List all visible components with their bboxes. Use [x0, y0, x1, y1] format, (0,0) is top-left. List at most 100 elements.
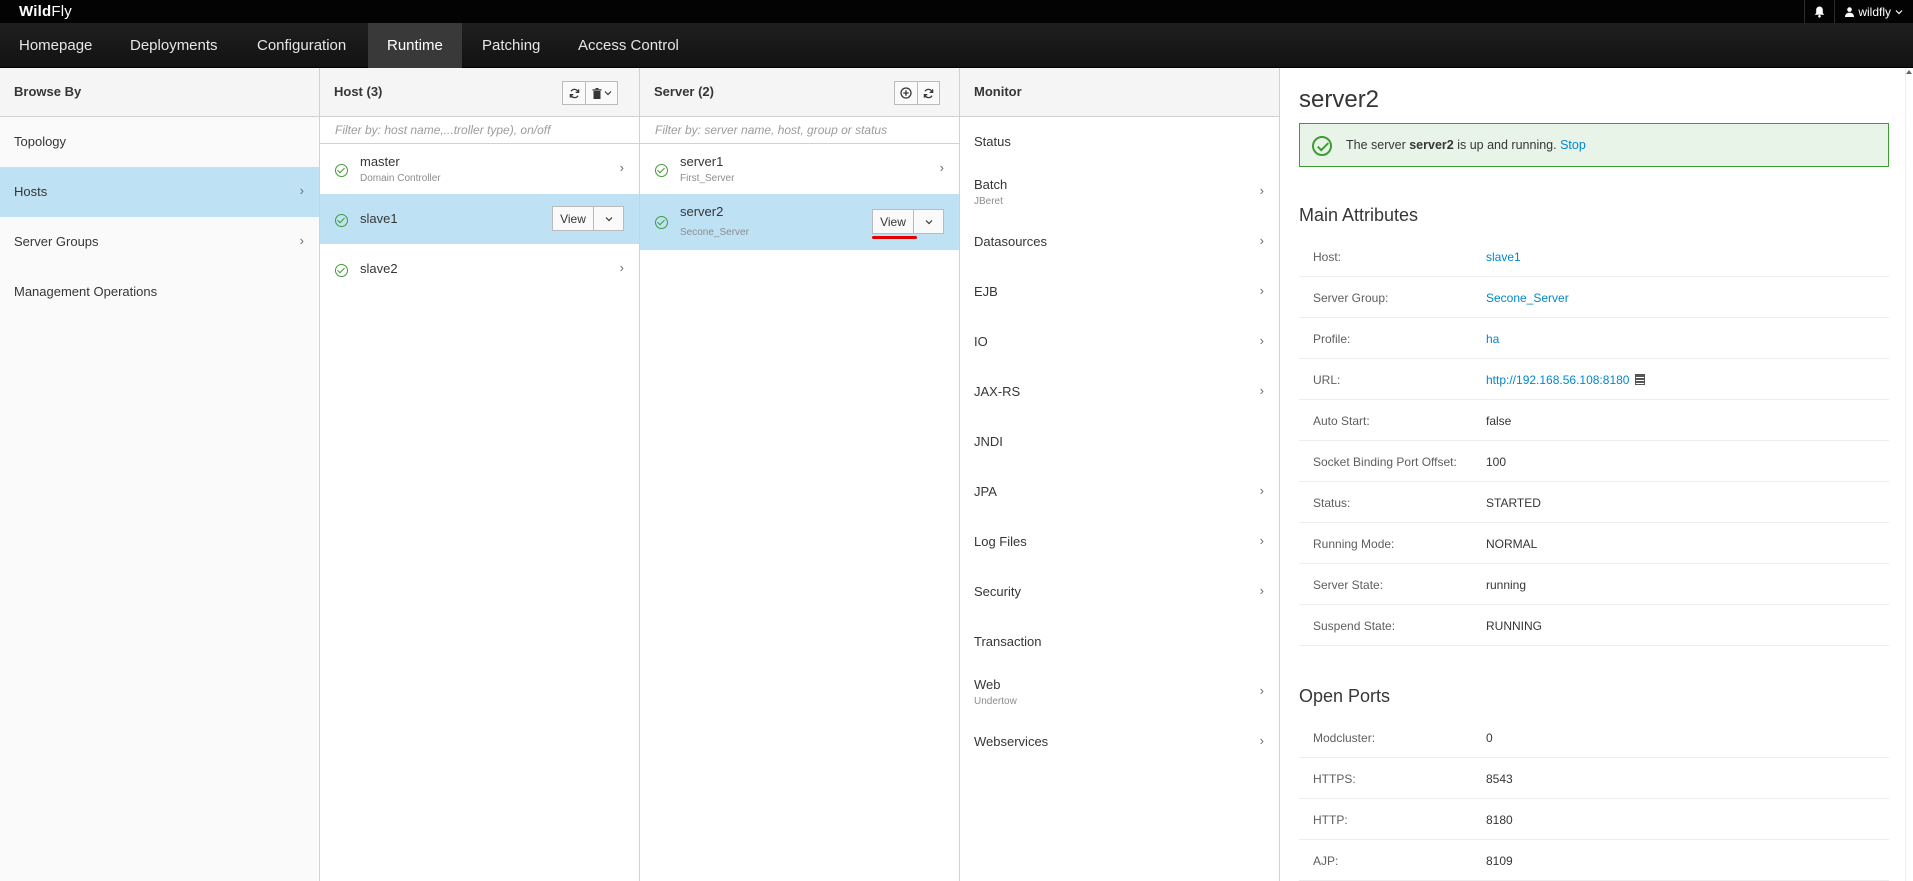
attribute-row: Status: STARTED: [1299, 482, 1889, 523]
view-host-button[interactable]: View: [552, 206, 594, 231]
ok-status-icon: [1312, 136, 1332, 156]
ok-status-icon: [335, 164, 348, 177]
host-link[interactable]: slave1: [1486, 250, 1521, 264]
copy-icon[interactable]: [1635, 374, 1646, 385]
remove-host-dropdown[interactable]: [586, 81, 618, 105]
nav-deployments[interactable]: Deployments: [111, 23, 237, 68]
monitor-header: Monitor: [960, 68, 1279, 117]
attribute-row: Server Group: Secone_Server: [1299, 277, 1889, 318]
stop-server-link[interactable]: Stop: [1560, 138, 1586, 152]
refresh-icon: [923, 88, 934, 98]
ok-status-icon: [655, 216, 668, 229]
chevron-right-icon: ›: [1259, 533, 1264, 548]
server-filter: [640, 117, 959, 144]
monitor-item-security[interactable]: Security ›: [960, 567, 1279, 617]
monitor-item-jpa[interactable]: JPA ›: [960, 467, 1279, 517]
ok-status-icon: [655, 164, 668, 177]
chevron-right-icon: ›: [1259, 483, 1264, 498]
host-view-group: View: [552, 206, 624, 231]
browse-by-column: Browse By Topology Hosts › Server Groups…: [0, 68, 320, 881]
column-title: Browse By: [14, 84, 82, 99]
host-toolbar: [562, 81, 618, 105]
bell-icon: [1815, 6, 1825, 18]
server-filter-input[interactable]: [640, 117, 959, 143]
user-menu[interactable]: wildfly: [1834, 0, 1913, 23]
chevron-right-icon: ›: [1259, 233, 1264, 248]
chevron-right-icon: ›: [1259, 583, 1264, 598]
server-group-link[interactable]: Secone_Server: [1486, 291, 1569, 305]
server-item-server1[interactable]: server1 First_Server ›: [640, 144, 959, 194]
main-nav: Homepage Deployments Configuration Runti…: [0, 23, 1913, 68]
attribute-row: Suspend State: RUNNING: [1299, 605, 1889, 646]
monitor-item-ejb[interactable]: EJB ›: [960, 267, 1279, 317]
notifications-button[interactable]: [1804, 0, 1834, 23]
monitor-column: Monitor Status Batch JBeret › Datasource…: [960, 68, 1280, 881]
host-actions-dropdown[interactable]: [594, 206, 624, 231]
host-filter-input[interactable]: [320, 117, 639, 143]
server-detail-panel: server2 The server server2 is up and run…: [1280, 68, 1913, 881]
column-title: Host (3): [334, 84, 383, 99]
chevron-down-icon: [605, 216, 612, 221]
chevron-down-icon: [1895, 9, 1903, 14]
server-actions-dropdown[interactable]: [914, 209, 944, 234]
browse-item-server-groups[interactable]: Server Groups ›: [0, 217, 319, 267]
scrollbar[interactable]: [1905, 68, 1913, 881]
nav-configuration[interactable]: Configuration: [238, 23, 365, 68]
chevron-right-icon: ›: [1259, 383, 1264, 398]
monitor-item-jax-rs[interactable]: JAX-RS ›: [960, 367, 1279, 417]
view-server-button[interactable]: View: [872, 209, 914, 234]
server-toolbar: [894, 81, 940, 105]
profile-link[interactable]: ha: [1486, 332, 1499, 346]
server-header: Server (2): [640, 68, 959, 117]
user-icon: [1845, 6, 1855, 17]
monitor-item-status[interactable]: Status: [960, 117, 1279, 167]
server-item-server2[interactable]: server2 Secone_Server View: [640, 194, 959, 250]
chevron-right-icon: ›: [299, 233, 304, 248]
chevron-right-icon: ›: [939, 160, 944, 175]
monitor-item-io[interactable]: IO ›: [960, 317, 1279, 367]
add-circle-icon: [900, 87, 912, 99]
ok-status-icon: [335, 214, 348, 227]
monitor-item-datasources[interactable]: Datasources ›: [960, 217, 1279, 267]
host-item-master[interactable]: master Domain Controller ›: [320, 144, 639, 194]
monitor-item-batch[interactable]: Batch JBeret ›: [960, 167, 1279, 217]
nav-access-control[interactable]: Access Control: [559, 23, 698, 68]
attribute-row: URL: http://192.168.56.108:8180: [1299, 359, 1889, 400]
monitor-item-log-files[interactable]: Log Files ›: [960, 517, 1279, 567]
chevron-right-icon: ›: [1259, 733, 1264, 748]
url-link[interactable]: http://192.168.56.108:8180: [1486, 373, 1629, 387]
main-attributes-heading: Main Attributes: [1299, 205, 1419, 225]
server-column: Server (2) server1 First_Server › server…: [640, 68, 960, 881]
attribute-row: Running Mode: NORMAL: [1299, 523, 1889, 564]
top-bar: WildFly wildfly: [0, 0, 1913, 23]
chevron-right-icon: ›: [1259, 183, 1264, 198]
chevron-down-icon: [925, 219, 932, 224]
host-column: Host (3) master Domain Controller › slav…: [320, 68, 640, 881]
trash-icon: [592, 87, 601, 99]
refresh-servers-button[interactable]: [918, 81, 940, 105]
chevron-right-icon: ›: [1259, 683, 1264, 698]
port-row: Modcluster: 0: [1299, 717, 1889, 758]
host-item-slave1[interactable]: slave1 View: [320, 194, 639, 244]
ok-status-icon: [335, 264, 348, 277]
refresh-icon: [569, 88, 579, 98]
nav-runtime[interactable]: Runtime: [368, 23, 462, 68]
scroll-up-arrow-icon: [1906, 70, 1912, 74]
brand-logo[interactable]: WildFly: [19, 3, 72, 20]
nav-patching[interactable]: Patching: [463, 23, 559, 68]
nav-homepage[interactable]: Homepage: [0, 23, 111, 68]
monitor-item-webservices[interactable]: Webservices ›: [960, 717, 1279, 767]
browse-item-topology[interactable]: Topology: [0, 117, 319, 167]
monitor-item-web[interactable]: Web Undertow ›: [960, 667, 1279, 717]
column-title: Monitor: [974, 84, 1022, 99]
host-item-slave2[interactable]: slave2 ›: [320, 244, 639, 294]
monitor-item-transaction[interactable]: Transaction: [960, 617, 1279, 667]
view-underline-annotation: [872, 236, 917, 239]
host-header: Host (3): [320, 68, 639, 117]
browse-item-management-operations[interactable]: Management Operations: [0, 267, 319, 317]
browse-item-hosts[interactable]: Hosts ›: [0, 167, 319, 217]
attribute-row: Profile: ha: [1299, 318, 1889, 359]
monitor-item-jndi[interactable]: JNDI: [960, 417, 1279, 467]
refresh-hosts-button[interactable]: [562, 81, 586, 105]
add-server-button[interactable]: [894, 81, 918, 105]
